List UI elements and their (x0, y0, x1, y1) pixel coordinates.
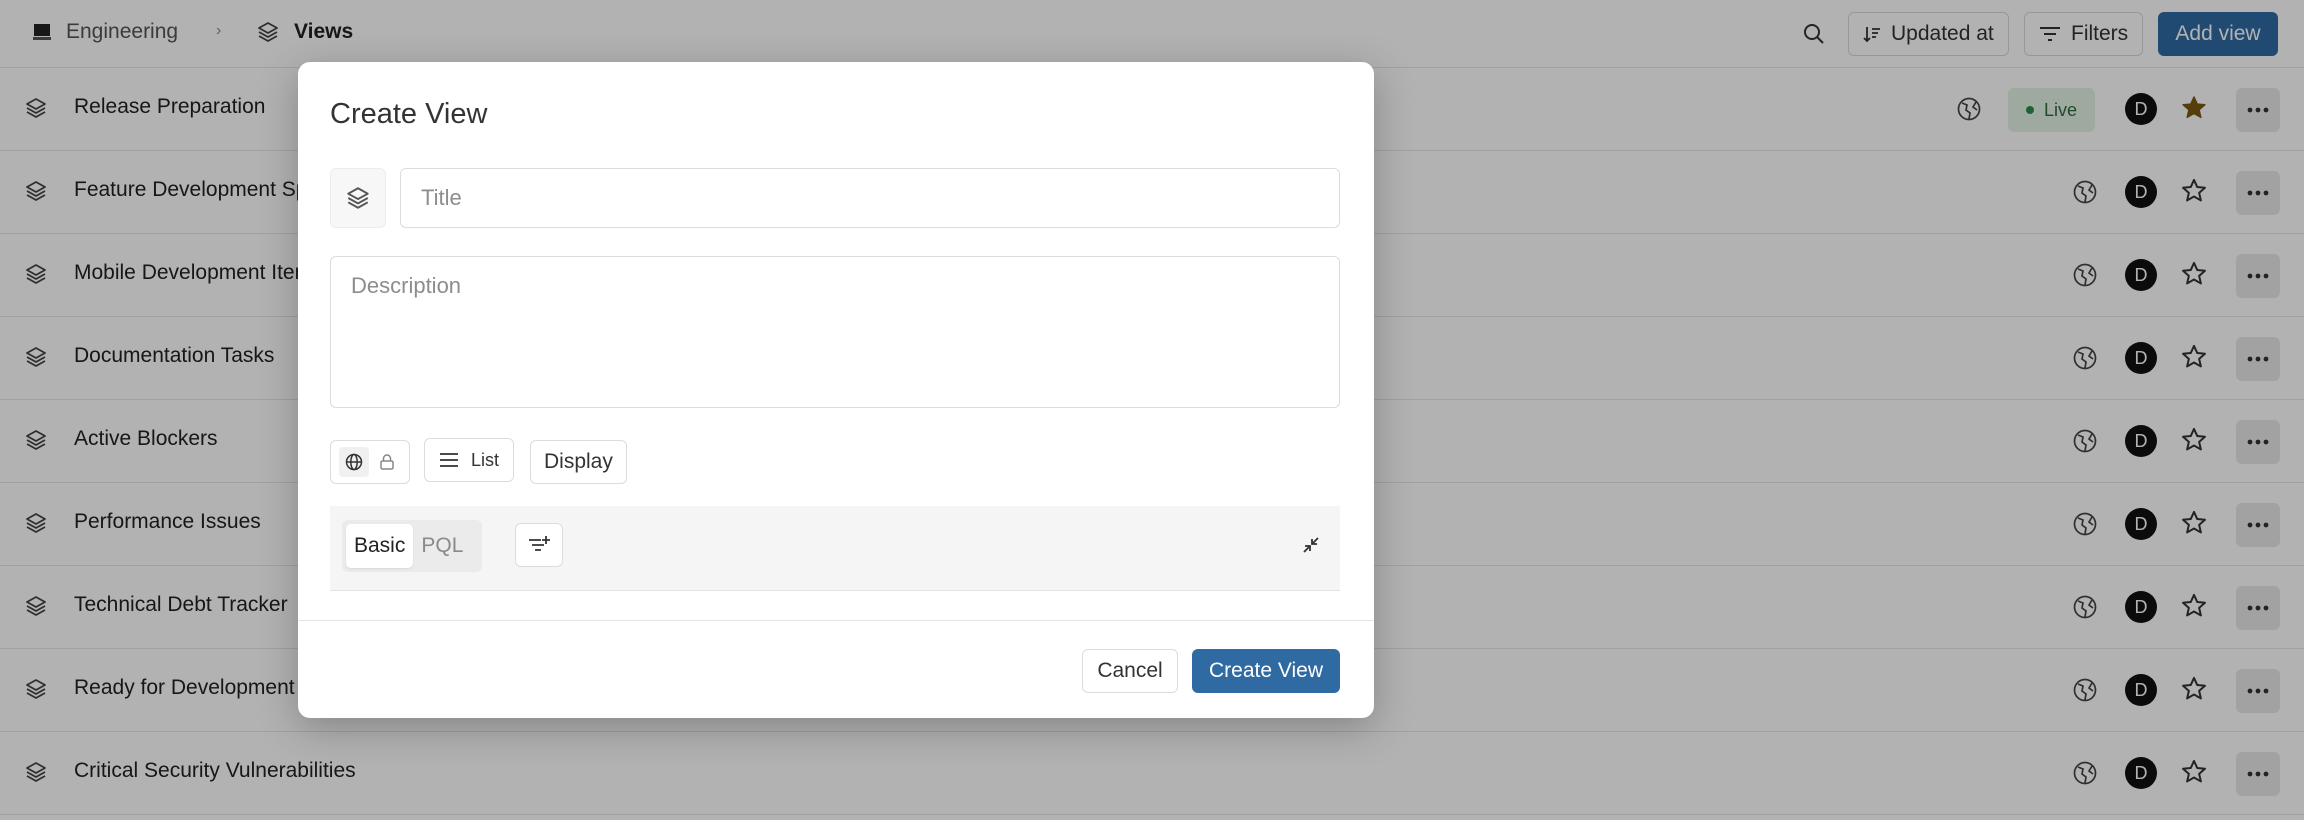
description-input[interactable] (330, 256, 1340, 408)
create-view-dialog: Create View List Display Basic PQL Cance… (298, 62, 1374, 718)
layout-label: List (471, 449, 500, 470)
create-view-button[interactable]: Create View (1192, 649, 1340, 693)
public-visibility-option[interactable] (338, 447, 369, 477)
cancel-button[interactable]: Cancel (1082, 649, 1178, 693)
visibility-toggle (330, 440, 410, 484)
display-options-button[interactable]: Display (530, 440, 627, 484)
mode-pql-tab[interactable]: PQL (413, 524, 471, 568)
add-filter-button[interactable] (515, 523, 563, 567)
layers-icon (347, 187, 369, 209)
view-icon-picker[interactable] (330, 168, 386, 228)
filter-add-icon (529, 536, 550, 551)
lock-icon (379, 454, 394, 470)
globe-icon (345, 453, 362, 471)
mode-basic-tab[interactable]: Basic (346, 524, 414, 568)
title-input[interactable] (400, 168, 1340, 228)
collapse-panel-button[interactable] (1296, 530, 1326, 560)
dialog-footer: Cancel Create View (298, 620, 1374, 718)
filter-panel: Basic PQL (330, 506, 1340, 591)
list-icon (439, 452, 459, 468)
private-visibility-option[interactable] (372, 447, 402, 477)
collapse-icon (1303, 537, 1319, 553)
layout-selector[interactable]: List (424, 438, 515, 482)
filter-mode-toggle: Basic PQL (342, 520, 482, 572)
dialog-title: Create View (330, 98, 488, 130)
